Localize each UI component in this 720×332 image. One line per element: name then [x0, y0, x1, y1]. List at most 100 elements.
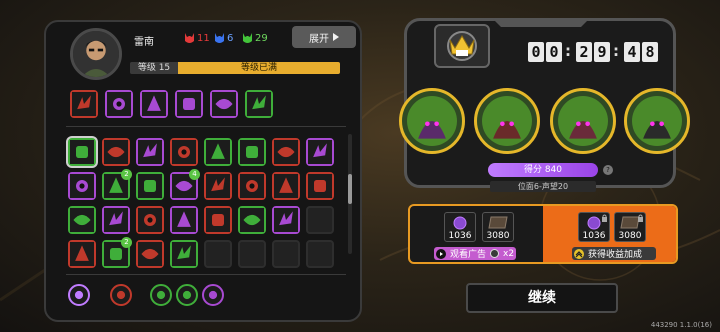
red-arrows-icon — [308, 174, 332, 198]
skill[interactable] — [136, 138, 164, 166]
skill[interactable] — [102, 138, 130, 166]
purple-orb-token-icon[interactable] — [202, 284, 224, 306]
resource-blue-value: 6 — [227, 32, 234, 44]
red-claw-token-icon[interactable] — [110, 284, 132, 306]
skill[interactable] — [238, 206, 266, 234]
skill[interactable] — [170, 240, 198, 268]
skill[interactable] — [272, 138, 300, 166]
watch-ad-multiplier: x2 — [503, 248, 515, 259]
equipped-skill[interactable] — [70, 90, 98, 118]
team-member[interactable] — [399, 88, 465, 154]
boost-button[interactable]: 获得收益加成 — [572, 247, 656, 260]
skill[interactable]: 4 — [170, 169, 200, 200]
banner-flag-icon — [177, 92, 201, 116]
divider — [66, 274, 346, 275]
stack-count-badge: 4 — [189, 169, 200, 180]
empty-slot — [306, 206, 334, 234]
wood-plank-currency-icon — [488, 216, 508, 229]
purple-chest-token-icon[interactable] — [68, 284, 90, 306]
resource-green: 29 — [242, 32, 268, 44]
watch-ad-button[interactable]: 观看广告 x2 — [434, 247, 516, 260]
skill[interactable]: 2 — [102, 237, 132, 268]
currency-swirl-icon — [490, 249, 500, 258]
boost-value: 3080 — [618, 231, 642, 241]
skill[interactable] — [136, 240, 164, 268]
red-scratch-icon — [138, 242, 162, 266]
box-notch — [493, 19, 589, 27]
skill[interactable]: 2 — [102, 169, 132, 200]
divider — [66, 126, 346, 127]
green-flask-token-icon[interactable] — [176, 284, 198, 306]
boost-label: 获得收益加成 — [588, 250, 643, 260]
timer-colon: : — [565, 42, 571, 60]
owl-mask-icon — [240, 174, 264, 198]
question-icon[interactable]: ? — [603, 165, 613, 175]
swirl-rune-icon — [247, 92, 271, 116]
skill[interactable] — [306, 172, 334, 200]
grass-blades-icon — [172, 242, 196, 266]
skill[interactable] — [272, 206, 300, 234]
skill[interactable] — [68, 172, 96, 200]
level-label: 等级 15 — [130, 62, 178, 74]
team-member[interactable] — [474, 88, 540, 154]
purple-crystals-icon — [240, 208, 264, 232]
wind-dash-icon — [70, 140, 94, 164]
skill[interactable] — [238, 172, 266, 200]
skill-grid-scrollbar[interactable] — [348, 134, 352, 254]
dragon-breath-icon — [274, 140, 298, 164]
scrollbar-thumb[interactable] — [348, 174, 352, 204]
claw-slash-icon — [72, 92, 96, 116]
timer-digit: 0 — [528, 42, 544, 62]
skill[interactable] — [204, 172, 232, 200]
tower-icon — [138, 140, 162, 164]
skill[interactable] — [136, 206, 164, 234]
equipped-skill[interactable] — [140, 90, 168, 118]
skill[interactable] — [170, 206, 198, 234]
boost-value: 1036 — [582, 231, 606, 241]
stack-count-badge: 2 — [121, 237, 132, 248]
dark-demon-member-icon — [407, 96, 457, 146]
skill[interactable] — [68, 138, 96, 166]
expand-button-label: 展开 — [309, 33, 329, 45]
equipped-skill[interactable] — [105, 90, 133, 118]
twin-blades-icon — [206, 208, 230, 232]
skill[interactable] — [238, 138, 266, 166]
skill[interactable] — [68, 206, 96, 234]
team-member[interactable] — [624, 88, 690, 154]
equipped-skill[interactable] — [210, 90, 238, 118]
skill[interactable] — [306, 138, 334, 166]
reward-value: 3080 — [486, 231, 510, 241]
continue-button[interactable]: 继续 — [466, 283, 618, 313]
medical-cross-icon — [240, 140, 264, 164]
version-label: 443290 1.1.0(16) — [650, 321, 712, 329]
empty-slot — [204, 240, 232, 268]
skill[interactable] — [170, 138, 198, 166]
orange-shards-icon — [138, 208, 162, 232]
skill[interactable] — [204, 206, 232, 234]
reward-value: 1036 — [448, 231, 472, 241]
build-panel: 雷南 11 6 29 展开 等级 15 等级已满 2 4 2 — [44, 20, 362, 322]
player-portrait-icon[interactable] — [70, 28, 122, 80]
green-horned-demon-icon — [243, 33, 252, 43]
level-progress-fill: 等级已满 — [178, 62, 340, 74]
rank-label: 位面6-声望20 — [490, 181, 596, 192]
crimson-claws-icon — [274, 174, 298, 198]
empty-slot — [306, 240, 334, 268]
equipped-skill[interactable] — [245, 90, 273, 118]
watch-ad-label: 观看广告 — [450, 250, 487, 260]
expand-button[interactable]: 展开 — [292, 26, 356, 48]
skill[interactable] — [204, 138, 232, 166]
flame-wall-icon — [70, 242, 94, 266]
blue-horned-demon-icon — [215, 33, 224, 43]
green-orb-token-icon[interactable] — [150, 284, 172, 306]
backpack-icon — [212, 92, 236, 116]
team-member[interactable] — [550, 88, 616, 154]
skill[interactable] — [68, 240, 96, 268]
skill[interactable] — [136, 172, 164, 200]
skill[interactable] — [272, 172, 300, 200]
score-bar: 得分 840 — [488, 163, 598, 177]
skill[interactable] — [102, 206, 130, 234]
equipped-skill[interactable] — [175, 90, 203, 118]
timer-digit: 8 — [642, 42, 658, 62]
player-name: 雷南 — [134, 37, 154, 48]
